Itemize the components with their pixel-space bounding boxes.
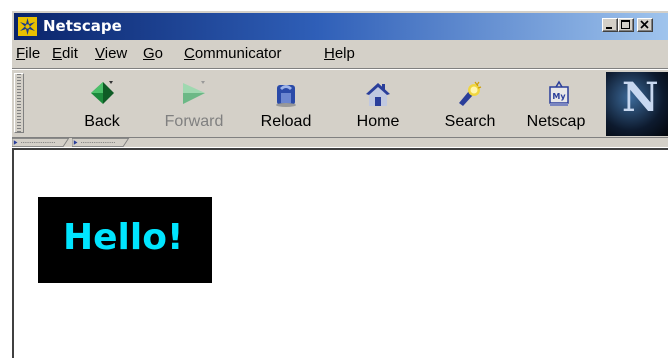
forward-button: Forward	[146, 75, 242, 133]
menu-view[interactable]: View	[95, 45, 127, 63]
menu-edit[interactable]: Edit	[52, 45, 78, 63]
toolbar-tab-1[interactable]	[12, 138, 74, 147]
page-content-area[interactable]: Hello!	[12, 148, 668, 358]
hello-banner: Hello!	[38, 197, 212, 283]
netscape-logo-letter: N	[622, 74, 659, 121]
menu-edit-accel: E	[52, 45, 63, 62]
back-label: Back	[84, 113, 120, 130]
menu-go-accel: G	[143, 45, 155, 62]
search-icon	[459, 81, 482, 106]
browser-window: Netscape File Edit View Go Communicator …	[11, 10, 668, 358]
my-netscape-button[interactable]: My Netscap	[514, 75, 604, 133]
menu-communicator[interactable]: Communicator	[184, 45, 282, 63]
menu-go[interactable]: Go	[143, 45, 163, 63]
toolbar-tab-2[interactable]	[72, 138, 134, 147]
menu-file-accel: F	[16, 45, 26, 62]
menu-view-label: iew	[104, 45, 128, 62]
menu-help-label: elp	[334, 45, 355, 62]
title-bar[interactable]: Netscape	[14, 13, 668, 40]
menu-communicator-label: ommunicator	[194, 45, 282, 62]
maximize-icon	[621, 20, 630, 29]
minimize-icon	[606, 27, 612, 29]
menu-separator	[12, 68, 668, 70]
home-label: Home	[356, 113, 400, 130]
menu-go-label: o	[154, 45, 164, 62]
collapsed-toolbar-tabs	[12, 137, 668, 148]
my-netscape-icon: My	[549, 80, 569, 106]
menu-file[interactable]: File	[16, 45, 40, 63]
menu-file-label: ile	[25, 45, 41, 62]
menu-view-accel: V	[95, 45, 105, 62]
svg-text:My: My	[552, 92, 566, 101]
my-netscape-label: Netscap	[526, 113, 586, 130]
reload-label: Reload	[260, 113, 312, 130]
toolbar-grip[interactable]	[14, 73, 24, 133]
menu-edit-label: dit	[62, 45, 78, 62]
reload-icon	[276, 85, 296, 107]
menu-help[interactable]: Help	[324, 45, 355, 63]
search-button[interactable]: Search	[422, 75, 518, 133]
home-button[interactable]: Home	[330, 75, 426, 133]
menu-bar: File Edit View Go Communicator Help	[14, 42, 668, 66]
reload-button[interactable]: Reload	[238, 75, 334, 133]
search-label: Search	[444, 113, 496, 130]
window-title: Netscape	[43, 17, 122, 35]
back-button[interactable]: Back	[54, 75, 150, 133]
minimize-button[interactable]	[602, 18, 618, 32]
home-icon	[366, 83, 390, 106]
netscape-throbber-logo[interactable]: N	[606, 72, 668, 136]
close-icon	[640, 20, 649, 29]
menu-communicator-accel: C	[184, 45, 195, 62]
netscape-app-icon[interactable]	[18, 17, 37, 36]
forward-label: Forward	[164, 113, 224, 130]
menu-help-accel: H	[324, 45, 335, 62]
hello-banner-text: Hello!	[63, 217, 184, 258]
close-button[interactable]	[637, 18, 653, 32]
forward-arrow-icon	[183, 81, 205, 104]
back-arrow-icon	[91, 81, 114, 104]
maximize-button[interactable]	[618, 18, 634, 32]
navigation-toolbar: Back Forward Reload Home Search My Netsc…	[12, 71, 668, 136]
